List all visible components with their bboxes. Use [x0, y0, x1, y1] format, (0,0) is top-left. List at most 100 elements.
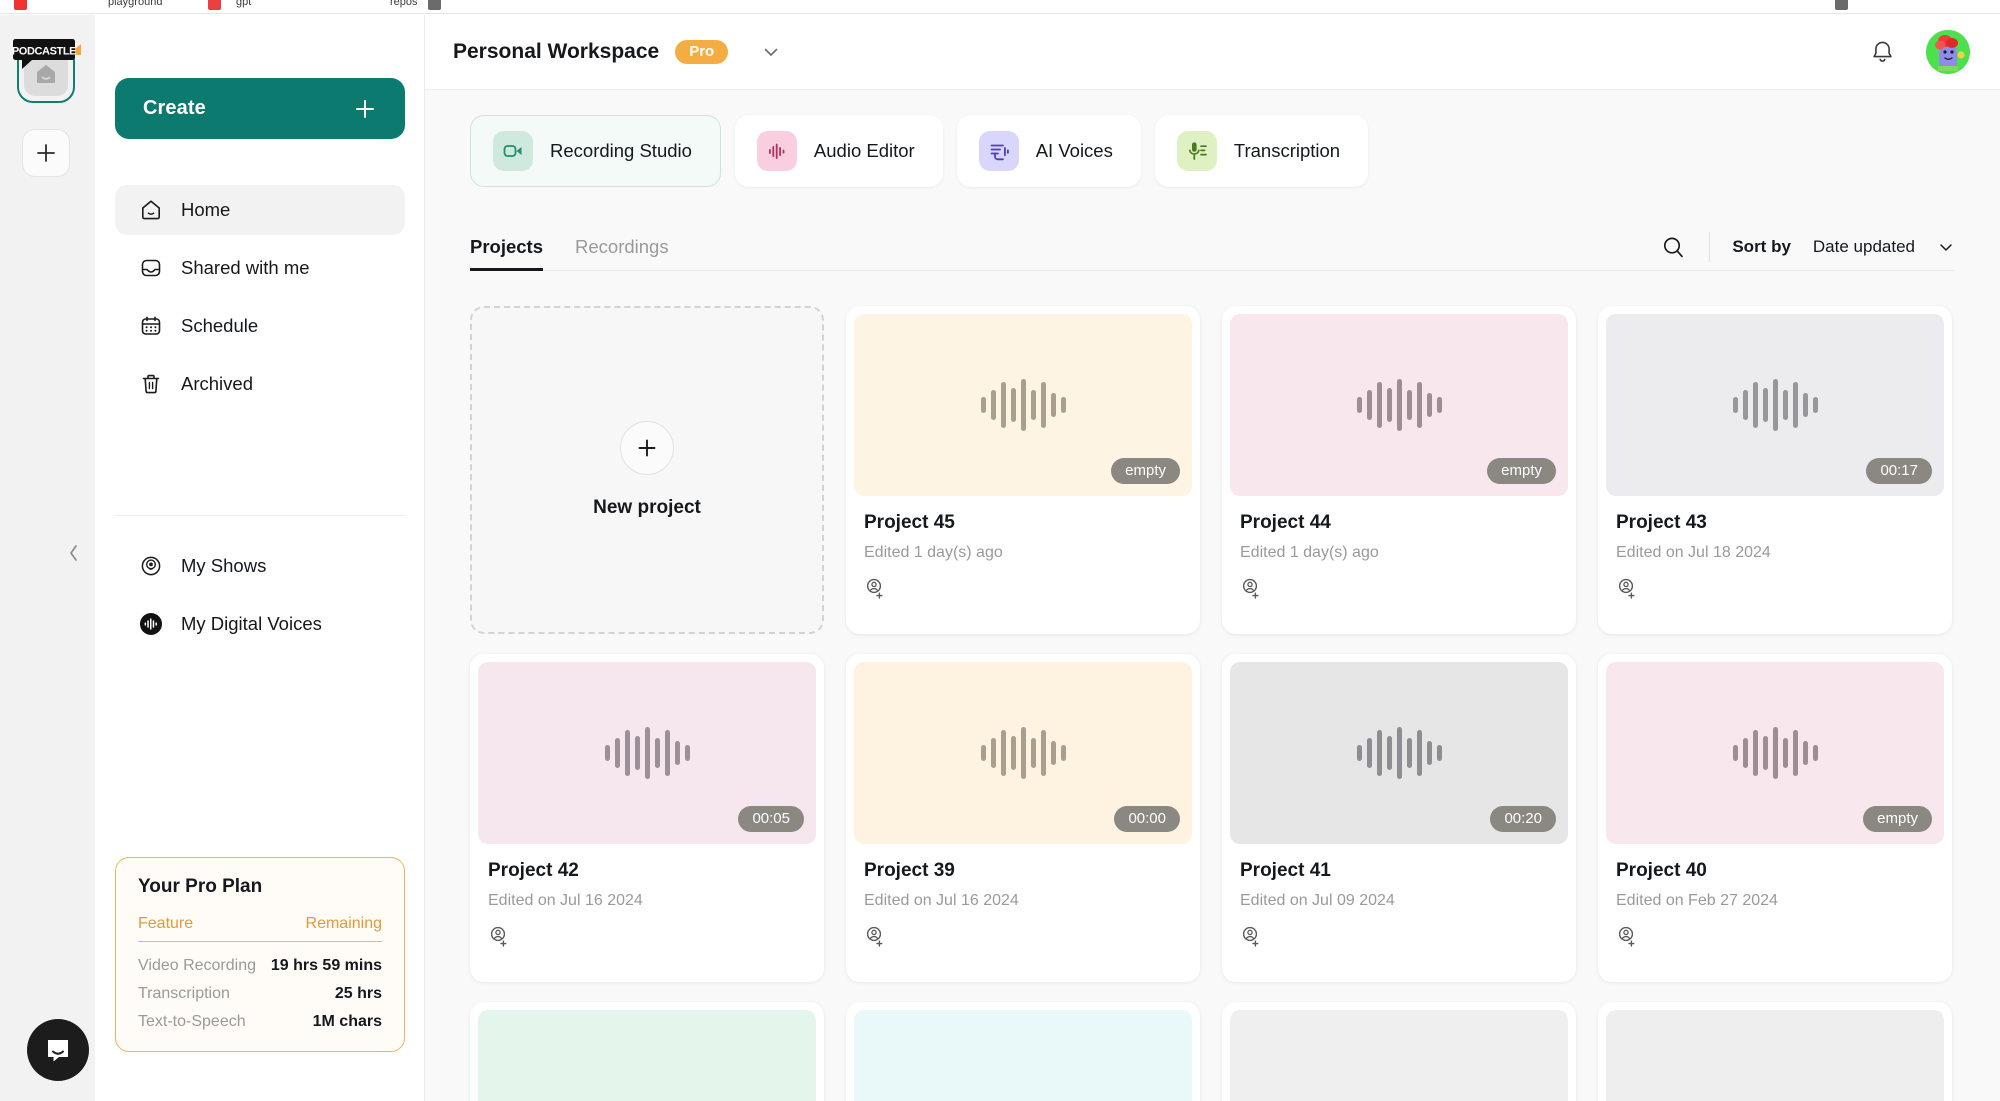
tab-recordings[interactable]: Recordings: [575, 236, 669, 270]
avatar-illustration: [1926, 30, 1970, 74]
sidebar-divider: [115, 515, 405, 516]
bookmark-icon-3[interactable]: [428, 0, 441, 10]
project-card[interactable]: 00:20 Project 41 Edited on Jul 09 2024: [1222, 654, 1576, 982]
project-edited: Edited 1 day(s) ago: [1240, 544, 1558, 562]
pro-plan-card[interactable]: Your Pro Plan Feature Remaining Video Re…: [115, 857, 405, 1052]
project-title: Project 42: [488, 860, 806, 882]
project-card[interactable]: 00:17 Project 43 Edited on Jul 18 2024: [1598, 306, 1952, 634]
chevron-down-icon[interactable]: [1937, 238, 1955, 256]
project-thumbnail: [478, 1010, 816, 1101]
project-title: Project 44: [1240, 512, 1558, 534]
project-edited: Edited on Jul 16 2024: [488, 892, 806, 910]
sidebar-item-archived[interactable]: Archived: [115, 359, 405, 409]
add-collaborator-icon[interactable]: [1616, 578, 1934, 605]
pro-plan-col-remaining: Remaining: [306, 915, 382, 933]
project-card[interactable]: 00:00 Project 39 Edited on Jul 16 2024: [846, 654, 1200, 982]
chevron-down-icon[interactable]: [760, 41, 782, 63]
sidebar-item-my-shows[interactable]: My Shows: [115, 541, 405, 591]
content-tabs: Projects Recordings: [470, 236, 669, 270]
podcast-icon: [137, 554, 165, 578]
intercom-chat-button[interactable]: [27, 1019, 89, 1081]
project-thumbnail: [854, 1010, 1192, 1101]
project-thumbnail: empty: [1606, 662, 1944, 844]
waveform-icon: [1357, 379, 1442, 431]
project-title: Project 39: [864, 860, 1182, 882]
project-card[interactable]: [1222, 1002, 1576, 1101]
project-card[interactable]: empty Project 45 Edited 1 day(s) ago: [846, 306, 1200, 634]
add-workspace-button[interactable]: [22, 129, 70, 177]
add-collaborator-icon[interactable]: [1240, 926, 1558, 953]
project-card[interactable]: empty Project 44 Edited 1 day(s) ago: [1222, 306, 1576, 634]
pro-plan-col-feature: Feature: [138, 915, 193, 933]
add-collaborator-icon[interactable]: [1240, 578, 1558, 605]
project-card[interactable]: [470, 1002, 824, 1101]
status-badge: 00:00: [1114, 806, 1180, 832]
chat-bubble-icon: [43, 1035, 73, 1065]
browser-bookmarks-bar: playground gpt repos: [0, 0, 2000, 14]
microphone-text-icon: [1177, 131, 1217, 171]
project-card-body: Project 40 Edited on Feb 27 2024: [1606, 844, 1944, 953]
project-thumbnail: [1606, 1010, 1944, 1101]
project-edited: Edited on Jul 18 2024: [1616, 544, 1934, 562]
new-project-card[interactable]: New project: [470, 306, 824, 634]
bookmark-icon-4[interactable]: [1835, 0, 1848, 10]
tool-recording-studio[interactable]: Recording Studio: [470, 115, 721, 187]
bookmark-icon-2[interactable]: [208, 0, 221, 10]
notification-bell-icon[interactable]: [1869, 39, 1896, 66]
pro-plan-remaining: 1M chars: [313, 1013, 382, 1031]
sidebar-item-label: Schedule: [181, 315, 258, 337]
sidebar-collapse-button[interactable]: [59, 515, 89, 591]
project-card[interactable]: 00:05 Project 42 Edited on Jul 16 2024: [470, 654, 824, 982]
project-title: Project 45: [864, 512, 1182, 534]
sidebar-item-home[interactable]: Home: [115, 185, 405, 235]
sort-divider: [1709, 232, 1710, 262]
project-card[interactable]: empty Project 40 Edited on Feb 27 2024: [1598, 654, 1952, 982]
pro-plan-header-row: Feature Remaining: [138, 915, 382, 941]
waveform-icon: [1733, 379, 1818, 431]
pro-plan-rule: [138, 941, 382, 942]
tool-audio-editor[interactable]: Audio Editor: [735, 115, 943, 187]
pro-plan-row: Text-to-Speech 1M chars: [138, 1008, 382, 1036]
trash-icon: [137, 372, 165, 396]
video-camera-icon: [493, 131, 533, 171]
create-button[interactable]: Create: [115, 78, 405, 139]
project-card[interactable]: [1598, 1002, 1952, 1101]
project-thumbnail: empty: [854, 314, 1192, 496]
search-icon[interactable]: [1660, 234, 1687, 261]
app-root: PODCASTLE Create Home: [0, 15, 2000, 1101]
project-thumbnail: empty: [1230, 314, 1568, 496]
bookmark-label-2[interactable]: gpt: [236, 0, 251, 8]
project-edited: Edited 1 day(s) ago: [864, 544, 1182, 562]
bookmark-icon-1[interactable]: [14, 0, 27, 10]
avatar[interactable]: [1926, 30, 1970, 74]
project-card-body: Project 42 Edited on Jul 16 2024: [478, 844, 816, 953]
sidebar-item-shared-with-me[interactable]: Shared with me: [115, 243, 405, 293]
sort-value[interactable]: Date updated: [1813, 237, 1915, 257]
tool-transcription[interactable]: Transcription: [1155, 115, 1368, 187]
add-collaborator-icon[interactable]: [864, 926, 1182, 953]
calendar-icon: [137, 314, 165, 338]
bookmark-label-3[interactable]: repos: [390, 0, 418, 8]
tab-projects[interactable]: Projects: [470, 236, 543, 270]
status-badge: empty: [1487, 458, 1556, 484]
sidebar-item-my-digital-voices[interactable]: My Digital Voices: [115, 599, 405, 649]
add-collaborator-icon[interactable]: [864, 578, 1182, 605]
podcastle-logo[interactable]: PODCASTLE: [12, 37, 80, 76]
add-collaborator-icon[interactable]: [488, 926, 806, 953]
waveform-icon: [981, 727, 1066, 779]
pro-plan-row: Transcription 25 hrs: [138, 980, 382, 1008]
ai-voice-icon: [979, 131, 1019, 171]
sidebar: Create Home Shared with m: [95, 15, 425, 1101]
tool-ai-voices[interactable]: AI Voices: [957, 115, 1141, 187]
sidebar-item-label: My Digital Voices: [181, 613, 322, 635]
audio-waveform-icon: [757, 131, 797, 171]
workspace-switcher[interactable]: Personal Workspace Pro: [453, 40, 782, 64]
tool-label: Transcription: [1234, 140, 1340, 162]
waveform-icon: [981, 379, 1066, 431]
sidebar-item-schedule[interactable]: Schedule: [115, 301, 405, 351]
project-card[interactable]: [846, 1002, 1200, 1101]
bookmark-label-1[interactable]: playground: [108, 0, 162, 8]
add-collaborator-icon[interactable]: [1616, 926, 1934, 953]
project-card-body: Project 44 Edited 1 day(s) ago: [1230, 496, 1568, 605]
project-title: Project 40: [1616, 860, 1934, 882]
